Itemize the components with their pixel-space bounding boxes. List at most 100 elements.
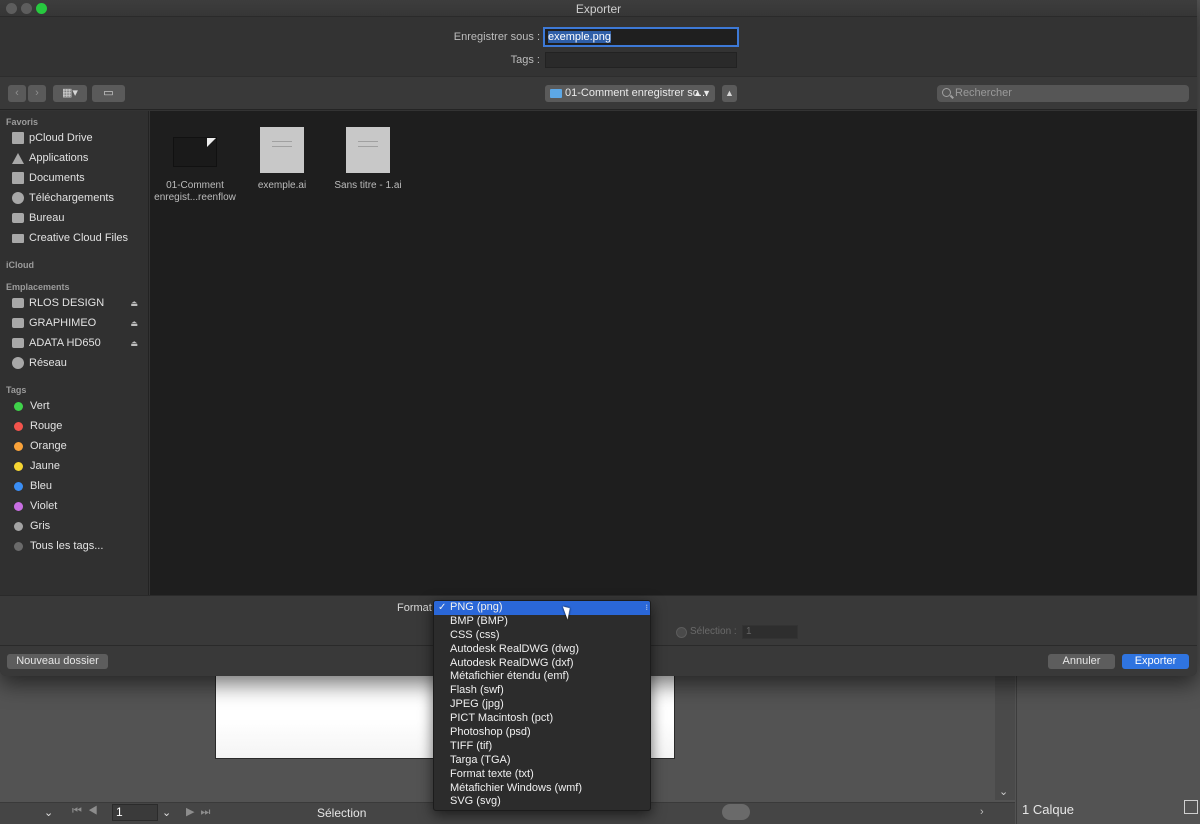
sidebar-item-desktop[interactable]: Bureau <box>12 209 144 227</box>
sidebar-tag-yellow[interactable]: Jaune <box>12 457 144 475</box>
sidebar-item-label: Tous les tags... <box>30 540 104 552</box>
sidebar-item-network[interactable]: Réseau <box>12 354 144 372</box>
title-bar: Exporter <box>0 0 1197 17</box>
tag-color-dot <box>14 401 23 411</box>
file-item[interactable]: exemple.ai <box>237 127 327 192</box>
thumbnail-text-lines <box>358 141 378 147</box>
format-option[interactable]: SVG (svg) <box>434 795 650 809</box>
location-popup[interactable]: 01-Comment enregistrer so... ▲▼ <box>545 85 715 102</box>
sidebar-tag-orange[interactable]: Orange <box>12 437 144 455</box>
sidebar-tag-green[interactable]: Vert <box>12 397 144 415</box>
selection-radio[interactable] <box>676 627 687 638</box>
updown-arrows-icon: ▲▼ <box>693 88 711 98</box>
eject-icon[interactable]: ⏏ <box>130 319 138 328</box>
scroll-down-icon[interactable]: ⌄ <box>999 785 1008 798</box>
selection-label: Sélection : <box>690 626 737 637</box>
tags-label: Tags : <box>510 54 540 66</box>
document-icon <box>12 172 24 184</box>
drive-icon <box>12 298 24 308</box>
sidebar-item-applications[interactable]: Applications <box>12 149 144 167</box>
sidebar-item-label: Jaune <box>30 460 60 472</box>
thumbnail-text-lines <box>272 141 292 147</box>
view-mode-button[interactable]: ▦▾ <box>53 85 87 102</box>
format-option[interactable]: Métafichier Windows (wmf) <box>434 782 650 796</box>
sidebar-item-creative-cloud[interactable]: Creative Cloud Files <box>12 229 144 247</box>
format-option[interactable]: Flash (swf) <box>434 684 650 698</box>
panel-expand-icon[interactable] <box>1184 800 1198 814</box>
tag-color-dot <box>14 521 23 531</box>
first-previous-artboard-icons[interactable]: ⏮◀ <box>72 805 104 818</box>
sidebar-item-pcloud-drive[interactable]: pCloud Drive <box>12 129 144 147</box>
scroll-right-icon[interactable]: › <box>980 806 984 818</box>
horizontal-scroll-thumb[interactable] <box>722 804 750 820</box>
new-folder-button[interactable]: Nouveau dossier <box>7 654 108 669</box>
format-option[interactable]: Format texte (txt) <box>434 768 650 782</box>
drive-icon <box>12 338 24 348</box>
next-last-artboard-icons[interactable]: ▶⏭ <box>186 805 216 819</box>
format-option[interactable]: Targa (TGA) <box>434 754 650 768</box>
sidebar-tag-gray[interactable]: Gris <box>12 517 144 535</box>
zoom-chevron-down-icon[interactable]: ⌄ <box>44 806 53 819</box>
tag-color-dot <box>14 541 23 551</box>
format-option-selected[interactable]: ✓ PNG (png) ⁝ <box>434 601 650 615</box>
filename-input[interactable]: exemple.png <box>543 27 739 47</box>
eject-icon[interactable]: ⏏ <box>130 299 138 308</box>
folder-icon <box>550 89 562 98</box>
sidebar-item-rlos-design[interactable]: RLOS DESIGN ⏏ <box>12 294 144 312</box>
export-button[interactable]: Exporter <box>1122 654 1189 669</box>
browser-toolbar: ‹ › ▦▾ ▭ 01-Comment enregistrer so... ▲▼… <box>0 76 1197 110</box>
drive-icon <box>12 318 24 328</box>
expand-collapse-button[interactable]: ▲ <box>722 85 737 102</box>
chevron-right-icon: › <box>35 87 39 99</box>
sidebar-tag-purple[interactable]: Violet <box>12 497 144 515</box>
file-item[interactable]: Sans titre - 1.ai <box>323 127 413 192</box>
new-folder-icon-button[interactable]: ▭ <box>92 85 125 102</box>
artboard-number-input[interactable]: 1 <box>112 804 158 821</box>
file-item[interactable]: 01-Comment enregist...reenflow <box>150 127 240 204</box>
file-name-line1: exemple.ai <box>257 180 307 191</box>
artboard-chevron-down-icon[interactable]: ⌄ <box>162 806 171 819</box>
location-label: 01-Comment enregistrer so... <box>565 87 709 99</box>
format-option[interactable]: PICT Macintosh (pct) <box>434 712 650 726</box>
sidebar-item-adata-hd650[interactable]: ADATA HD650 ⏏ <box>12 334 144 352</box>
tags-input[interactable] <box>545 52 737 68</box>
sidebar-item-label: Bureau <box>29 212 65 224</box>
sidebar-item-downloads[interactable]: Téléchargements <box>12 189 144 207</box>
search-input[interactable]: Rechercher <box>937 85 1189 102</box>
sidebar-tag-red[interactable]: Rouge <box>12 417 144 435</box>
sidebar-item-label: Violet <box>30 500 58 512</box>
desktop-icon <box>12 213 24 223</box>
sidebar-item-label: Rouge <box>30 420 63 432</box>
save-as-label: Enregistrer sous : <box>453 31 540 43</box>
sidebar-tag-blue[interactable]: Bleu <box>12 477 144 495</box>
back-button[interactable]: ‹ <box>8 85 26 102</box>
sidebar-item-documents[interactable]: Documents <box>12 169 144 187</box>
search-icon <box>942 88 951 97</box>
eject-icon[interactable]: ⏏ <box>130 339 138 348</box>
sidebar-item-graphimeo[interactable]: GRAPHIMEO ⏏ <box>12 314 144 332</box>
updown-arrows-icon: ⁝ <box>645 603 648 612</box>
format-option[interactable]: TIFF (tif) <box>434 740 650 754</box>
cancel-button[interactable]: Annuler <box>1048 654 1115 669</box>
format-option[interactable]: Photoshop (psd) <box>434 726 650 740</box>
chevron-left-icon: ‹ <box>15 87 19 99</box>
format-option[interactable]: CSS (css) <box>434 629 650 643</box>
network-icon <box>12 357 24 369</box>
format-option[interactable]: Autodesk RealDWG (dxf) <box>434 657 650 671</box>
sidebar-item-label: Vert <box>30 400 50 412</box>
sidebar-all-tags[interactable]: Tous les tags... <box>12 537 144 555</box>
vertical-scrollbar[interactable] <box>995 676 1015 800</box>
selection-range-input[interactable]: 1 <box>742 625 798 639</box>
format-option[interactable]: JPEG (jpg) <box>434 698 650 712</box>
checkmark-icon: ✓ <box>438 602 447 613</box>
forward-button[interactable]: › <box>28 85 46 102</box>
sidebar-item-label: Applications <box>29 152 89 164</box>
status-text: Sélection <box>317 806 367 820</box>
tag-color-dot <box>14 461 23 471</box>
sidebar-item-label: GRAPHIMEO <box>29 317 97 329</box>
filename-value[interactable]: exemple.png <box>548 31 611 43</box>
format-option[interactable]: Métafichier étendu (emf) <box>434 670 650 684</box>
format-option[interactable]: BMP (BMP) <box>434 615 650 629</box>
format-option[interactable]: Autodesk RealDWG (dwg) <box>434 643 650 657</box>
format-dropdown-menu[interactable]: ✓ PNG (png) ⁝ BMP (BMP) CSS (css) Autode… <box>433 600 651 811</box>
